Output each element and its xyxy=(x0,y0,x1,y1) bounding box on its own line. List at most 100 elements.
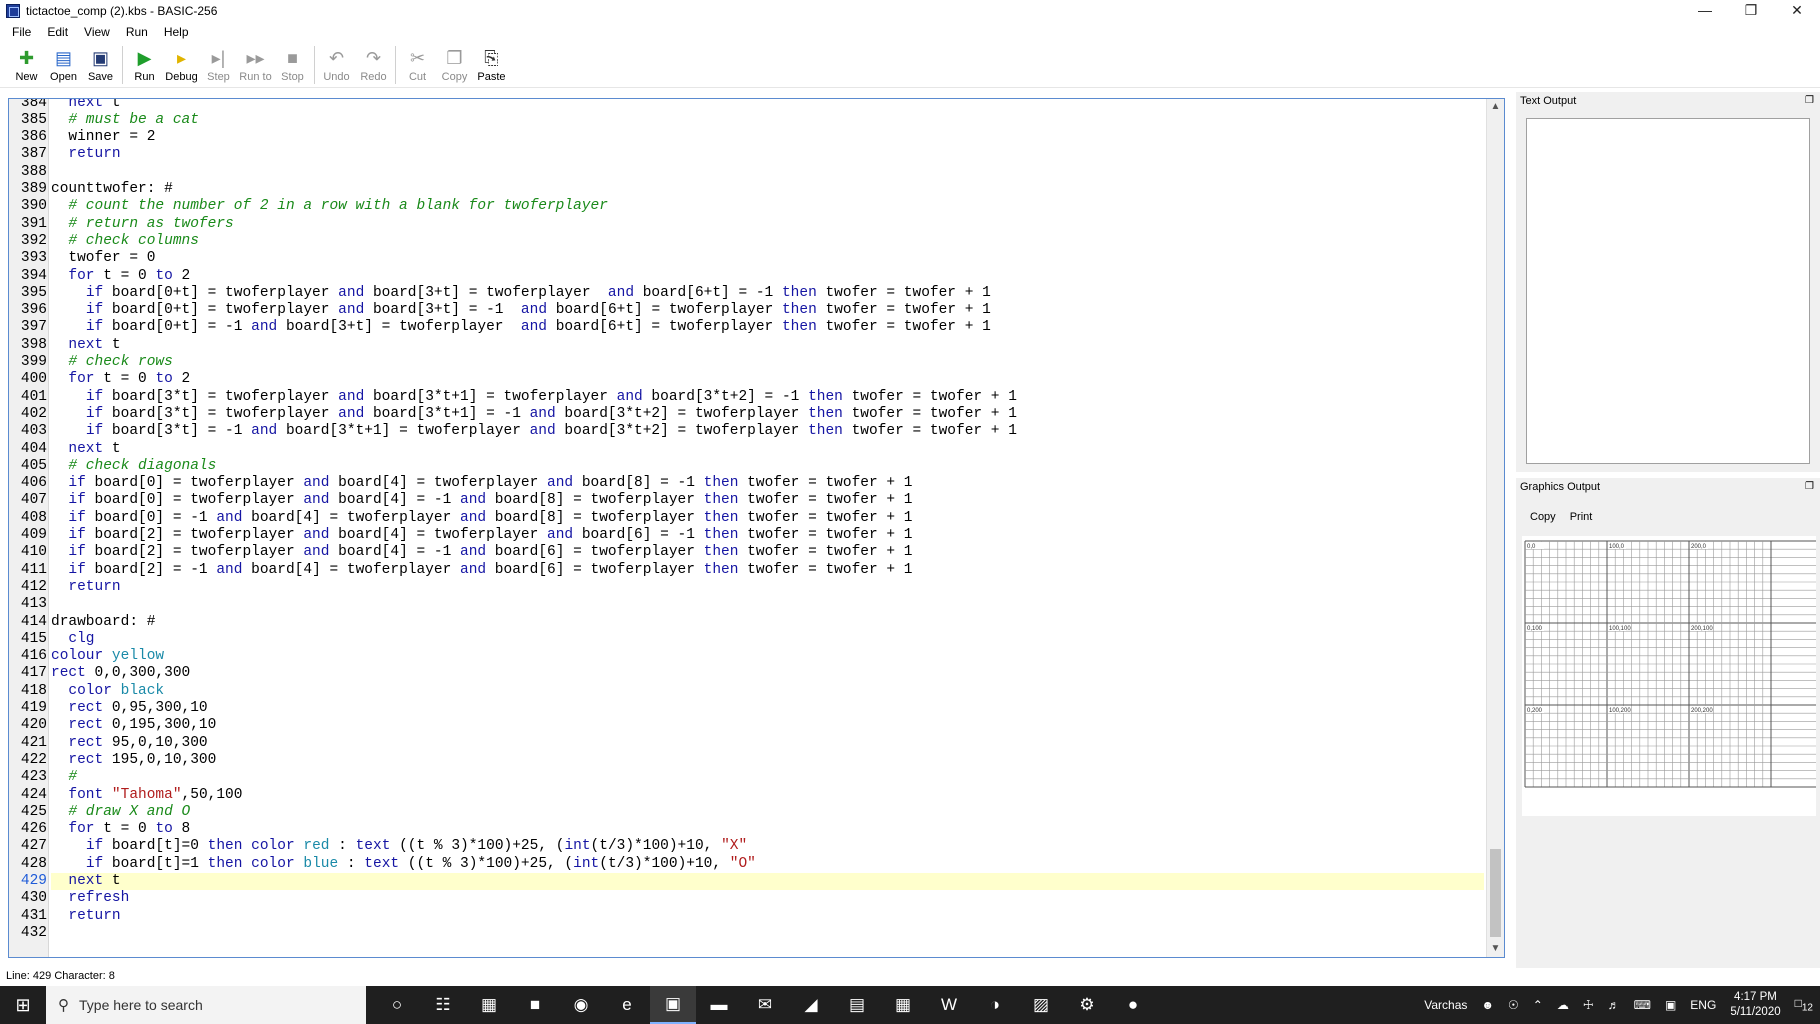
menu-view[interactable]: View xyxy=(76,25,118,39)
code-line[interactable]: # return as twofers xyxy=(51,216,1484,233)
code-line[interactable]: # must be a cat xyxy=(51,112,1484,129)
code-line[interactable]: winner = 2 xyxy=(51,129,1484,146)
graphics-copy-button[interactable]: Copy xyxy=(1530,511,1556,523)
user-name[interactable]: Varchas xyxy=(1417,998,1474,1012)
undock-icon[interactable]: ❐ xyxy=(1805,478,1814,496)
open-button[interactable]: ▤ Open xyxy=(45,42,82,86)
store-icon[interactable]: ◢ xyxy=(788,986,834,1024)
undock-icon[interactable]: ❐ xyxy=(1805,92,1814,110)
code-line[interactable]: if board[2] = twoferplayer and board[4] … xyxy=(51,527,1484,544)
menu-file[interactable]: File xyxy=(4,25,39,39)
code-line[interactable]: # check columns xyxy=(51,233,1484,250)
basic256-icon[interactable]: ▣ xyxy=(650,986,696,1024)
wifi-icon[interactable]: ☩ xyxy=(1576,998,1601,1012)
undo-button[interactable]: ↶ Undo xyxy=(318,42,355,86)
menu-run[interactable]: Run xyxy=(118,25,156,39)
code-line[interactable]: # check diagonals xyxy=(51,458,1484,475)
notifications-icon[interactable]: □12 xyxy=(1788,996,1820,1013)
code-line[interactable]: # count the number of 2 in a row with a … xyxy=(51,198,1484,215)
calendar-app-icon[interactable]: ▦ xyxy=(466,986,512,1024)
code-line[interactable]: if board[0] = twoferplayer and board[4] … xyxy=(51,475,1484,492)
code-line[interactable]: if board[0+t] = twoferplayer and board[3… xyxy=(51,285,1484,302)
code-line[interactable]: if board[2] = twoferplayer and board[4] … xyxy=(51,544,1484,561)
code-line[interactable]: colour yellow xyxy=(51,648,1484,665)
code-line[interactable]: if board[2] = -1 and board[4] = twoferpl… xyxy=(51,562,1484,579)
stop-button[interactable]: ■ Stop xyxy=(274,42,311,86)
chrome-icon[interactable]: ◉ xyxy=(558,986,604,1024)
code-line[interactable]: refresh xyxy=(51,890,1484,907)
code-line[interactable]: clg xyxy=(51,631,1484,648)
new-button[interactable]: ✚ New xyxy=(8,42,45,86)
menu-edit[interactable]: Edit xyxy=(39,25,76,39)
input-mode-icon[interactable]: ▣ xyxy=(1658,998,1683,1012)
code-line[interactable]: return xyxy=(51,579,1484,596)
editor-vertical-scrollbar[interactable]: ▲ ▼ xyxy=(1486,99,1504,957)
volume-icon[interactable]: ♬ xyxy=(1601,998,1627,1012)
remote-desktop-icon[interactable]: ▤ xyxy=(834,986,880,1024)
code-line[interactable]: next t xyxy=(51,441,1484,458)
code-line[interactable]: rect 95,0,10,300 xyxy=(51,735,1484,752)
minimize-button[interactable]: — xyxy=(1682,0,1728,22)
code-line[interactable]: if board[t]=0 then color red : text ((t … xyxy=(51,838,1484,855)
run-button[interactable]: ▶ Run xyxy=(126,42,163,86)
clock[interactable]: 4:17 PM 5/11/2020 xyxy=(1723,990,1787,1020)
code-line[interactable]: drawboard: # xyxy=(51,614,1484,631)
code-line[interactable]: color black xyxy=(51,683,1484,700)
code-line[interactable] xyxy=(51,596,1484,613)
text-output-area[interactable] xyxy=(1526,118,1810,464)
code-line[interactable]: font "Tahoma",50,100 xyxy=(51,787,1484,804)
scroll-up-arrow-icon[interactable]: ▲ xyxy=(1487,99,1504,115)
code-line[interactable]: next t xyxy=(51,99,1484,112)
code-line[interactable]: if board[0+t] = twoferplayer and board[3… xyxy=(51,302,1484,319)
code-line[interactable]: if board[3*t] = twoferplayer and board[3… xyxy=(51,389,1484,406)
settings-icon[interactable]: ⚙ xyxy=(1064,986,1110,1024)
edge-icon[interactable]: e xyxy=(604,986,650,1024)
code-line[interactable]: if board[0] = -1 and board[4] = twoferpl… xyxy=(51,510,1484,527)
code-area[interactable]: next t # must be a cat winner = 2 return… xyxy=(51,99,1484,957)
graphics-print-button[interactable]: Print xyxy=(1570,511,1593,523)
code-line[interactable]: twofer = 0 xyxy=(51,250,1484,267)
language-indicator[interactable]: ENG xyxy=(1683,998,1723,1012)
code-line[interactable]: if board[t]=1 then color blue : text ((t… xyxy=(51,856,1484,873)
graphics-canvas[interactable]: 0,0 100,0 200,0 0,100 100,100 200,100 0,200 100… xyxy=(1522,536,1816,816)
keyboard-icon[interactable]: ⌨ xyxy=(1627,998,1658,1012)
image-viewer-icon[interactable]: ▨ xyxy=(1018,986,1064,1024)
code-line[interactable]: # xyxy=(51,769,1484,786)
run-to-button[interactable]: ▸▸ Run to xyxy=(237,42,274,86)
code-line[interactable]: counttwofer: # xyxy=(51,181,1484,198)
word-icon[interactable]: W xyxy=(926,986,972,1024)
cut-button[interactable]: ✂ Cut xyxy=(399,42,436,86)
code-line[interactable]: for t = 0 to 8 xyxy=(51,821,1484,838)
restore-button[interactable]: ❐ xyxy=(1728,0,1774,22)
close-button[interactable]: ✕ xyxy=(1774,0,1820,22)
code-line[interactable] xyxy=(51,164,1484,181)
file-explorer-icon[interactable]: ▬ xyxy=(696,986,742,1024)
cortana-icon[interactable]: ○ xyxy=(374,986,420,1024)
menu-help[interactable]: Help xyxy=(156,25,197,39)
code-line[interactable]: for t = 0 to 2 xyxy=(51,268,1484,285)
windows-start-button[interactable]: ⊞ xyxy=(0,986,46,1024)
code-line[interactable]: if board[0+t] = -1 and board[3+t] = twof… xyxy=(51,319,1484,336)
task-view-icon[interactable]: ☷ xyxy=(420,986,466,1024)
onedrive-icon[interactable]: ☁ xyxy=(1550,998,1576,1012)
calculator-icon[interactable]: ▦ xyxy=(880,986,926,1024)
show-hidden-icons-icon[interactable]: ⌃ xyxy=(1526,998,1550,1012)
code-line[interactable]: return xyxy=(51,146,1484,163)
debug-button[interactable]: ▸ Debug xyxy=(163,42,200,86)
save-button[interactable]: ▣ Save xyxy=(82,42,119,86)
code-line[interactable]: rect 0,195,300,10 xyxy=(51,717,1484,734)
scrollbar-thumb[interactable] xyxy=(1490,849,1501,937)
code-line[interactable]: rect 0,0,300,300 xyxy=(51,665,1484,682)
code-line[interactable]: for t = 0 to 2 xyxy=(51,371,1484,388)
firefox-icon[interactable]: ● xyxy=(1110,986,1156,1024)
paste-button[interactable]: ⎘ Paste xyxy=(473,42,510,86)
code-line[interactable]: next t xyxy=(51,337,1484,354)
step-button[interactable]: ▸| Step xyxy=(200,42,237,86)
code-editor[interactable]: 384 385 386 387 388 389 390 391 392 393 394 395 396 3… xyxy=(8,98,1505,958)
people-icon[interactable]: ☉ xyxy=(1501,998,1526,1012)
taskbar-search-box[interactable]: ⚲ Type here to search xyxy=(46,986,366,1024)
code-line[interactable]: rect 195,0,10,300 xyxy=(51,752,1484,769)
code-line[interactable]: rect 0,95,300,10 xyxy=(51,700,1484,717)
sticky-notes-icon[interactable]: ■ xyxy=(512,986,558,1024)
code-line[interactable]: # draw X and O xyxy=(51,804,1484,821)
